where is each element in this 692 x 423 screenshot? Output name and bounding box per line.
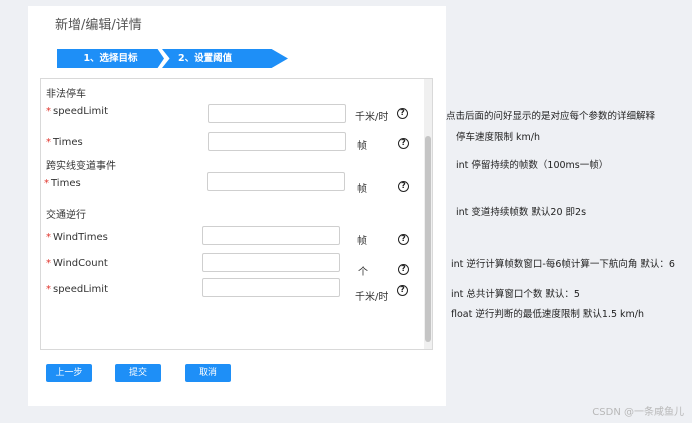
annotation-note: 停车速度限制 km/h — [456, 132, 540, 143]
annotation-note: int 逆行计算帧数窗口-每6帧计算一下航向角 默认：6 — [451, 259, 675, 270]
field-label-windcount: * WindCount — [46, 258, 108, 269]
speedlimit-input[interactable] — [208, 104, 346, 123]
annotation-note: int 总共计算窗口个数 默认：5 — [451, 289, 580, 300]
field-label-windtimes: * WindTimes — [46, 232, 108, 243]
step-select-target[interactable]: 1、选择目标 — [57, 49, 164, 68]
windtimes-input[interactable] — [202, 226, 340, 245]
watermark: CSDN @一条咸鱼儿 — [592, 407, 684, 418]
help-icon[interactable]: ? — [398, 264, 409, 275]
field-label-times: * Times — [46, 137, 83, 148]
unit-label: 帧 — [357, 236, 367, 247]
unit-label: 帧 — [357, 184, 367, 195]
lane-times-input[interactable] — [207, 172, 345, 191]
help-icon[interactable]: ? — [398, 181, 409, 192]
page-title: 新增/编辑/详情 — [55, 18, 142, 33]
unit-label: 千米/时 — [355, 112, 389, 123]
section-illegal-parking: 非法停车 — [46, 89, 86, 100]
field-label-text: WindTimes — [53, 232, 108, 243]
help-icon[interactable]: ? — [398, 234, 409, 245]
cancel-button[interactable]: 取消 — [185, 364, 231, 382]
field-label-times: * Times — [44, 178, 81, 189]
unit-label: 个 — [358, 267, 368, 278]
section-wrong-way: 交通逆行 — [46, 210, 86, 221]
windcount-input[interactable] — [202, 253, 340, 272]
scrollbar-thumb[interactable] — [425, 136, 431, 342]
field-label-text: Times — [51, 178, 81, 189]
field-label-speedlimit: * speedLimit — [46, 284, 108, 295]
field-label-text: Times — [53, 137, 83, 148]
submit-button[interactable]: 提交 — [115, 364, 161, 382]
field-label-speedlimit: * speedLimit — [46, 106, 108, 117]
required-mark: * — [46, 137, 51, 148]
required-mark: * — [46, 284, 51, 295]
wrongway-speedlimit-input[interactable] — [202, 278, 340, 297]
section-lane-crossing: 跨实线变道事件 — [46, 161, 116, 172]
required-mark: * — [46, 106, 51, 117]
required-mark: * — [44, 178, 49, 189]
annotation-note: int 变道持续帧数 默认20 即2s — [456, 207, 587, 218]
annotation-note: float 逆行判断的最低速度限制 默认1.5 km/h — [451, 309, 644, 320]
unit-label: 帧 — [357, 141, 367, 152]
annotation-note: int 停留持续的帧数（100ms一帧） — [456, 160, 609, 171]
required-mark: * — [46, 232, 51, 243]
annotation-header: 点击后面的问好显示的是对应每个参数的详细解释 — [446, 111, 656, 122]
prev-step-button[interactable]: 上一步 — [46, 364, 92, 382]
field-label-text: speedLimit — [53, 284, 108, 295]
help-icon[interactable]: ? — [397, 108, 408, 119]
field-label-text: speedLimit — [53, 106, 108, 117]
required-mark: * — [46, 258, 51, 269]
step-set-threshold[interactable]: 2、设置阈值 — [162, 49, 288, 68]
unit-label: 千米/时 — [355, 292, 389, 303]
times-input[interactable] — [208, 132, 346, 151]
help-icon[interactable]: ? — [398, 138, 409, 149]
field-label-text: WindCount — [53, 258, 108, 269]
help-icon[interactable]: ? — [397, 285, 408, 296]
